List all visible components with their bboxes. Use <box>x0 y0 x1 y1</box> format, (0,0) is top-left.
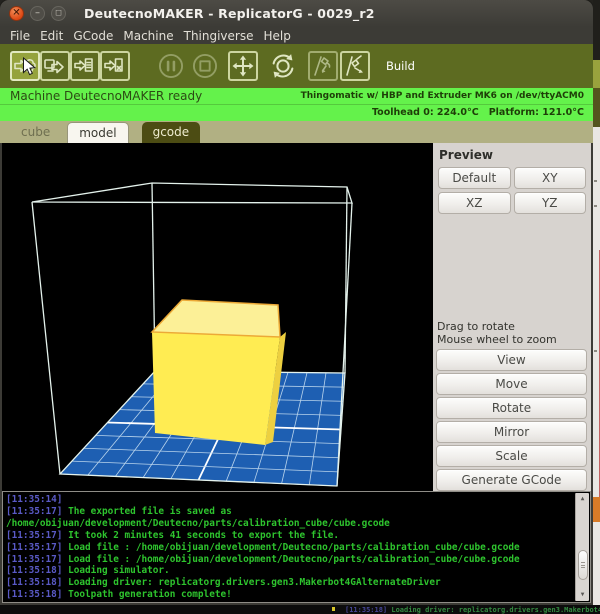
menu-item-edit[interactable]: Edit <box>35 29 68 43</box>
tab-model[interactable]: model <box>67 122 128 143</box>
background-window-bottom-sliver: [11:35:18] Loading driver: replicatorg.d… <box>0 605 600 614</box>
scrollbar-thumb[interactable] <box>578 550 588 580</box>
cursor-tick <box>332 607 335 611</box>
machine-info-text: Thingomatic w/ HBP and Extruder MK6 on /… <box>301 91 584 101</box>
model-cube <box>152 300 286 445</box>
menu-item-thingiverse[interactable]: Thingiverse <box>179 29 259 43</box>
zoom-hint: Mouse wheel to zoom <box>437 333 557 346</box>
build-label: Build <box>386 59 415 73</box>
xy-view-button[interactable]: XY <box>514 167 587 189</box>
stop-icon <box>191 52 219 80</box>
console-line: [11:35:18] Toolpath generation complete! <box>6 589 574 601</box>
view-button[interactable]: View <box>436 349 587 371</box>
stop-button <box>190 51 220 81</box>
maximize-icon: □ <box>55 10 62 17</box>
mirror-button[interactable]: Mirror <box>436 421 587 443</box>
maximize-button[interactable]: □ <box>51 6 66 21</box>
control-panel-button[interactable] <box>228 51 258 81</box>
menu-item-file[interactable]: File <box>5 29 35 43</box>
simulate-button[interactable] <box>40 51 70 81</box>
minimize-button[interactable]: – <box>30 6 45 21</box>
console-line: [11:35:18] Loading simulator. <box>6 565 574 577</box>
machine-status-bar: Machine DeutecnoMAKER ready Thingomatic … <box>0 88 593 121</box>
menu-item-gcode[interactable]: GCode <box>68 29 118 43</box>
console-line: [11:35:17] Load file : /home/obijuan/dev… <box>6 542 574 554</box>
preview-title: Preview <box>439 148 587 162</box>
toolhead-temperature: Toolhead 0: 224.0°C <box>372 107 479 118</box>
scroll-up-icon[interactable]: ▲ <box>576 493 589 505</box>
build-to-file-button[interactable] <box>100 51 130 81</box>
reset-machine-button[interactable] <box>268 51 298 81</box>
minimize-icon: – <box>35 8 40 18</box>
build-gcode-button[interactable] <box>70 51 100 81</box>
console-line: [11:35:17] It took 2 minutes 41 seconds … <box>6 530 574 542</box>
build-icon <box>13 54 37 78</box>
menubar: File Edit GCode Machine Thingiverse Help <box>0 27 593 44</box>
move-button[interactable]: Move <box>436 373 587 395</box>
menu-item-help[interactable]: Help <box>259 29 296 43</box>
yz-view-button[interactable]: YZ <box>514 192 587 214</box>
build-gcode-icon <box>73 54 97 78</box>
3d-scene <box>2 143 433 491</box>
toolbar: Build <box>0 44 593 88</box>
close-button[interactable]: ✕ <box>9 6 24 21</box>
build-button[interactable] <box>10 51 40 81</box>
generate-gcode-button[interactable]: Generate GCode <box>436 469 587 491</box>
console-line: /home/obijuan/development/Deutecno/parts… <box>6 518 574 530</box>
console-log[interactable]: [11:35:14] [11:35:17] The exported file … <box>2 491 591 603</box>
console-line: [11:35:17] Load file : /home/obijuan/dev… <box>6 554 574 566</box>
connect-icon <box>343 54 367 78</box>
reset-machine-icon <box>268 51 298 81</box>
rotate-hint: Drag to rotate <box>437 320 557 333</box>
default-view-button[interactable]: Default <box>438 167 511 189</box>
scroll-down-icon[interactable]: ▼ <box>576 589 589 601</box>
disconnect-icon <box>311 54 335 78</box>
platform-temperature: Platform: 121.0°C <box>489 107 584 118</box>
console-line: [11:35:18] Loading driver: replicatorg.d… <box>6 577 574 589</box>
console-line: [11:35:14] <box>6 494 574 506</box>
tab-strip: cube model gcode <box>0 121 593 143</box>
console-line: [11:35:17] The exported file is saved as <box>6 506 574 518</box>
connect-button[interactable] <box>340 51 370 81</box>
preview-panel: Preview Default XY XZ YZ Drag to rotate … <box>433 143 591 491</box>
menu-item-machine[interactable]: Machine <box>118 29 178 43</box>
xz-view-button[interactable]: XZ <box>438 192 511 214</box>
screen: ✕ – □ DeutecnoMAKER - ReplicatorG - 0029… <box>0 0 600 614</box>
disconnect-button[interactable] <box>308 51 338 81</box>
pause-icon <box>157 52 185 80</box>
main-area: Preview Default XY XZ YZ Drag to rotate … <box>2 143 591 491</box>
titlebar: ✕ – □ DeutecnoMAKER - ReplicatorG - 0029… <box>0 0 593 27</box>
tab-gcode[interactable]: gcode <box>142 122 201 143</box>
pause-button <box>156 51 186 81</box>
replicatorg-window: ✕ – □ DeutecnoMAKER - ReplicatorG - 0029… <box>0 0 593 605</box>
model-3d-viewport[interactable] <box>2 143 433 491</box>
rotate-button[interactable]: Rotate <box>436 397 587 419</box>
console-scrollbar[interactable]: ▲ ▼ <box>575 493 589 601</box>
build-to-file-icon <box>103 54 127 78</box>
control-panel-icon <box>231 54 255 78</box>
close-icon: ✕ <box>12 8 20 18</box>
scale-button[interactable]: Scale <box>436 445 587 467</box>
window-title: DeutecnoMAKER - ReplicatorG - 0029_r2 <box>84 6 375 21</box>
simulate-icon <box>43 54 67 78</box>
tab-cube[interactable]: cube <box>10 122 61 143</box>
background-window-right-sliver <box>593 0 600 614</box>
machine-status-text: Machine DeutecnoMAKER ready <box>10 89 202 103</box>
